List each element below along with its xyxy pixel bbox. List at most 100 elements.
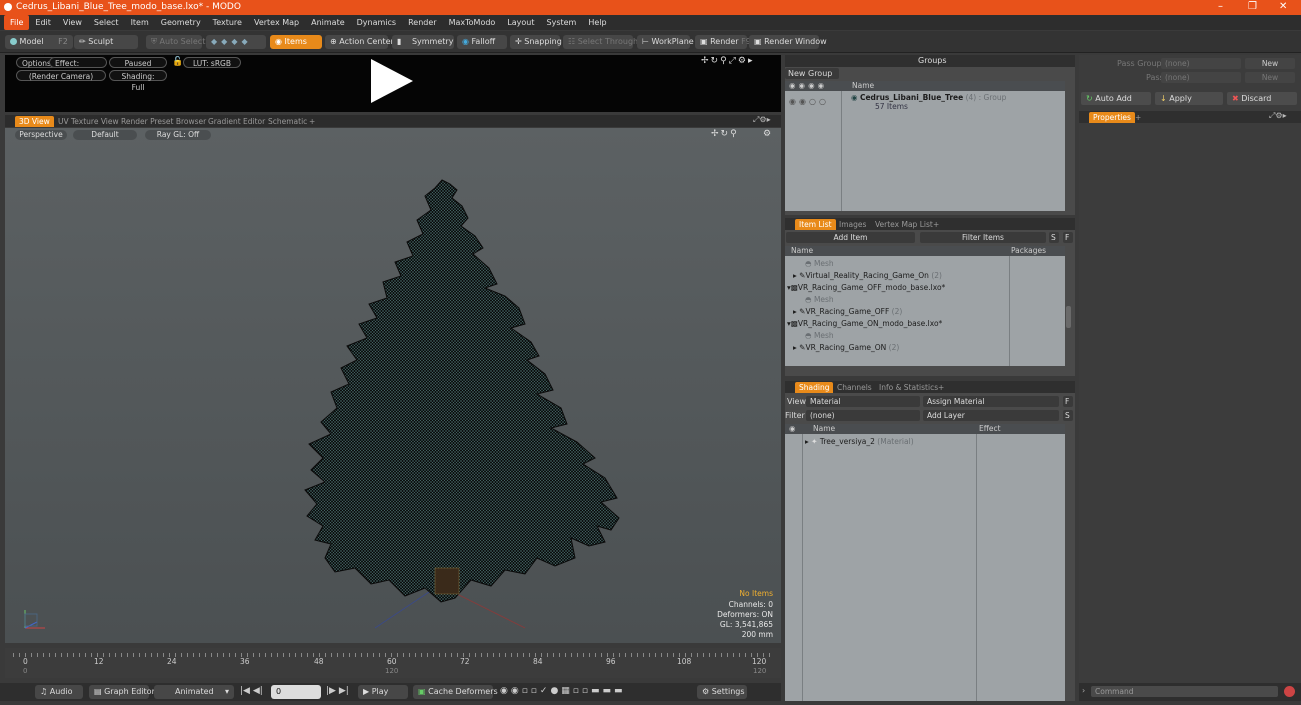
tab-add[interactable]: + bbox=[1131, 112, 1145, 123]
settings-button[interactable]: ⚙ Settings bbox=[697, 685, 747, 699]
list-item[interactable]: ▸ ✎VR_Racing_Game_OFF (2) bbox=[793, 306, 902, 318]
list-item[interactable]: ◓ Mesh bbox=[805, 294, 834, 306]
menu-system[interactable]: System bbox=[541, 15, 583, 30]
expand-icon[interactable]: ▸ bbox=[805, 437, 809, 446]
s-toggle[interactable]: S bbox=[1063, 410, 1073, 421]
render-window-button[interactable]: ▣ Render Window bbox=[749, 35, 827, 49]
passes-dropdown[interactable]: (none) bbox=[1161, 72, 1241, 83]
menu-geometry[interactable]: Geometry bbox=[155, 15, 207, 30]
play-button[interactable]: ▶ Play bbox=[358, 685, 408, 699]
list-item[interactable]: ▾▩VR_Racing_Game_OFF_modo_base.lxo* bbox=[787, 282, 945, 294]
command-input[interactable]: Command bbox=[1091, 686, 1278, 697]
menu-file[interactable]: File bbox=[4, 15, 30, 30]
menu-layout[interactable]: Layout bbox=[501, 15, 540, 30]
tab-add[interactable]: + bbox=[934, 382, 948, 393]
animated-dropdown[interactable]: Animated ▾ bbox=[154, 685, 234, 699]
snapping-button[interactable]: ✛ Snapping bbox=[510, 35, 562, 49]
menu-maxtomodo[interactable]: MaxToModo bbox=[443, 15, 502, 30]
properties-settings-icon[interactable]: ⤢⚙▸ bbox=[1269, 111, 1287, 121]
list-item[interactable]: ▸ ✎VR_Racing_Game_ON (2) bbox=[793, 342, 899, 354]
selection-mode-buttons[interactable]: ◆◆◆◆ bbox=[206, 35, 266, 49]
menu-edit[interactable]: Edit bbox=[29, 15, 57, 30]
tab-images[interactable]: Images bbox=[835, 219, 870, 230]
tab-uv-texture-view[interactable]: UV Texture View bbox=[54, 116, 123, 127]
itemlist-scrollbar[interactable] bbox=[1066, 306, 1071, 328]
apply-button[interactable]: ↓ Apply bbox=[1155, 92, 1223, 105]
discard-button[interactable]: ✖ Discard bbox=[1227, 92, 1297, 105]
preview-view-controls-icon[interactable]: ✢↻⚲⤢⚙▸ bbox=[701, 56, 754, 66]
close-icon[interactable]: ✕ bbox=[1279, 1, 1287, 12]
menu-item[interactable]: Item bbox=[125, 15, 155, 30]
list-item[interactable]: ▸ ✎Virtual_Reality_Racing_Game_On (2) bbox=[793, 270, 942, 282]
frame-input[interactable]: 0 bbox=[271, 685, 321, 699]
prev-key-icon[interactable]: |◀ ◀| bbox=[240, 686, 263, 696]
groups-list[interactable]: ◉◉◉◉ Name ◉◉○○ ◉ Cedrus_Libani_Blue_Tree… bbox=[785, 81, 1065, 211]
tab-vertex-map-list[interactable]: Vertex Map List bbox=[871, 219, 937, 230]
s-toggle[interactable]: S bbox=[1049, 232, 1059, 243]
list-item[interactable]: ◓ Mesh bbox=[805, 258, 834, 270]
filter-dropdown[interactable]: (none) bbox=[806, 410, 920, 421]
shading-dropdown[interactable]: Shading: Full bbox=[109, 70, 167, 92]
new-pass-group-button[interactable]: New bbox=[1245, 58, 1295, 69]
viewport-tab-settings-icon[interactable]: ⤢⚙▸ bbox=[753, 115, 771, 125]
menu-animate[interactable]: Animate bbox=[305, 15, 351, 30]
tab-render-preset-browser[interactable]: Render Preset Browser bbox=[117, 116, 210, 127]
shader-tree[interactable]: ◉ Name Effect ▸ ✦ Tree_versiya_2 (Materi… bbox=[785, 424, 1065, 701]
new-pass-button[interactable]: New bbox=[1245, 72, 1295, 83]
tab-shading[interactable]: Shading bbox=[795, 382, 834, 393]
filter-items-input[interactable]: Filter Items bbox=[920, 232, 1046, 243]
polygon-mode-icon[interactable]: ◆ bbox=[231, 37, 241, 46]
menu-dynamics[interactable]: Dynamics bbox=[351, 15, 402, 30]
menu-texture[interactable]: Texture bbox=[207, 15, 248, 30]
minimize-icon[interactable]: – bbox=[1218, 1, 1223, 12]
timeline[interactable]: 0 12 24 36 48 60 72 84 96 108 120 0 120 … bbox=[5, 648, 781, 678]
pass-groups-dropdown[interactable]: (none) bbox=[1161, 58, 1241, 69]
play-icon[interactable] bbox=[371, 59, 413, 103]
preview-effect-dropdown[interactable]: Effect: (Shadi... bbox=[49, 57, 107, 79]
symmetry-button[interactable]: ▮ Symmetry bbox=[392, 35, 454, 49]
material-mode-icon[interactable]: ◆ bbox=[241, 37, 251, 46]
list-item[interactable]: ▾▩VR_Racing_Game_ON_modo_base.lxo* bbox=[787, 318, 942, 330]
menu-render[interactable]: Render bbox=[402, 15, 442, 30]
lock-icon[interactable]: 🔓 bbox=[172, 57, 183, 67]
render-camera-dropdown[interactable]: (Render Camera) bbox=[16, 70, 106, 81]
f-toggle[interactable]: F bbox=[1063, 396, 1073, 407]
tab-add[interactable]: + bbox=[929, 219, 943, 230]
vertex-mode-icon[interactable]: ◆ bbox=[211, 37, 221, 46]
list-item[interactable]: ◓ Mesh bbox=[805, 330, 834, 342]
menu-view[interactable]: View bbox=[57, 15, 88, 30]
action-center-button[interactable]: ⊕ Action Center bbox=[325, 35, 394, 49]
tab-item-list[interactable]: Item List bbox=[795, 219, 836, 230]
3d-viewport[interactable]: Perspective Default Ray GL: Off ✢↻⚲ ⚙ No… bbox=[5, 128, 781, 643]
expand-icon[interactable]: ▸ bbox=[793, 307, 797, 316]
group-visibility-toggles[interactable]: ◉◉○○ bbox=[789, 97, 829, 106]
auto-add-button[interactable]: ↻ Auto Add bbox=[1081, 92, 1151, 105]
render-button[interactable]: ▣ Render F9 bbox=[695, 35, 751, 49]
add-item-dropdown[interactable]: Add Item bbox=[786, 232, 915, 243]
tab-3d-view[interactable]: 3D View bbox=[15, 116, 54, 127]
tab-channels[interactable]: Channels bbox=[833, 382, 876, 393]
key-tools-icon[interactable]: ◉◉▫▫✓●▦▫▫▬▬▬ bbox=[500, 686, 626, 696]
workplane-button[interactable]: ⊢ WorkPlane bbox=[637, 35, 694, 49]
falloff-button[interactable]: ◉ Falloff bbox=[457, 35, 507, 49]
record-icon[interactable] bbox=[1284, 686, 1295, 697]
restore-icon[interactable]: ❐ bbox=[1248, 1, 1257, 12]
cache-deformers-button[interactable]: ▣ Cache Deformers bbox=[413, 685, 498, 699]
menu-vertex-map[interactable]: Vertex Map bbox=[248, 15, 305, 30]
sculpt-button[interactable]: ✏ Sculpt bbox=[74, 35, 138, 49]
select-through-button[interactable]: ☷ Select Through bbox=[563, 35, 638, 49]
menu-help[interactable]: Help bbox=[582, 15, 612, 30]
expand-icon[interactable]: ▸ bbox=[793, 271, 797, 280]
item-list[interactable]: Name Packages ◓ Mesh ▸ ✎Virtual_Reality_… bbox=[785, 246, 1065, 366]
model-mode-button[interactable]: Model F2 bbox=[5, 35, 73, 49]
tab-info-statistics[interactable]: Info & Statistics bbox=[875, 382, 942, 393]
material-row[interactable]: ▸ ✦ Tree_versiya_2 (Material) bbox=[805, 436, 914, 448]
tab-add[interactable]: + bbox=[305, 116, 319, 127]
view-dropdown[interactable]: Material bbox=[806, 396, 920, 407]
edge-mode-icon[interactable]: ◆ bbox=[221, 37, 231, 46]
auto-select-button[interactable]: ⛨ Auto Select bbox=[146, 35, 205, 49]
menu-select[interactable]: Select bbox=[88, 15, 125, 30]
lut-dropdown[interactable]: LUT: sRGB bbox=[183, 57, 241, 68]
assign-material-button[interactable]: Assign Material bbox=[923, 396, 1059, 407]
next-key-icon[interactable]: |▶ ▶| bbox=[326, 686, 349, 696]
